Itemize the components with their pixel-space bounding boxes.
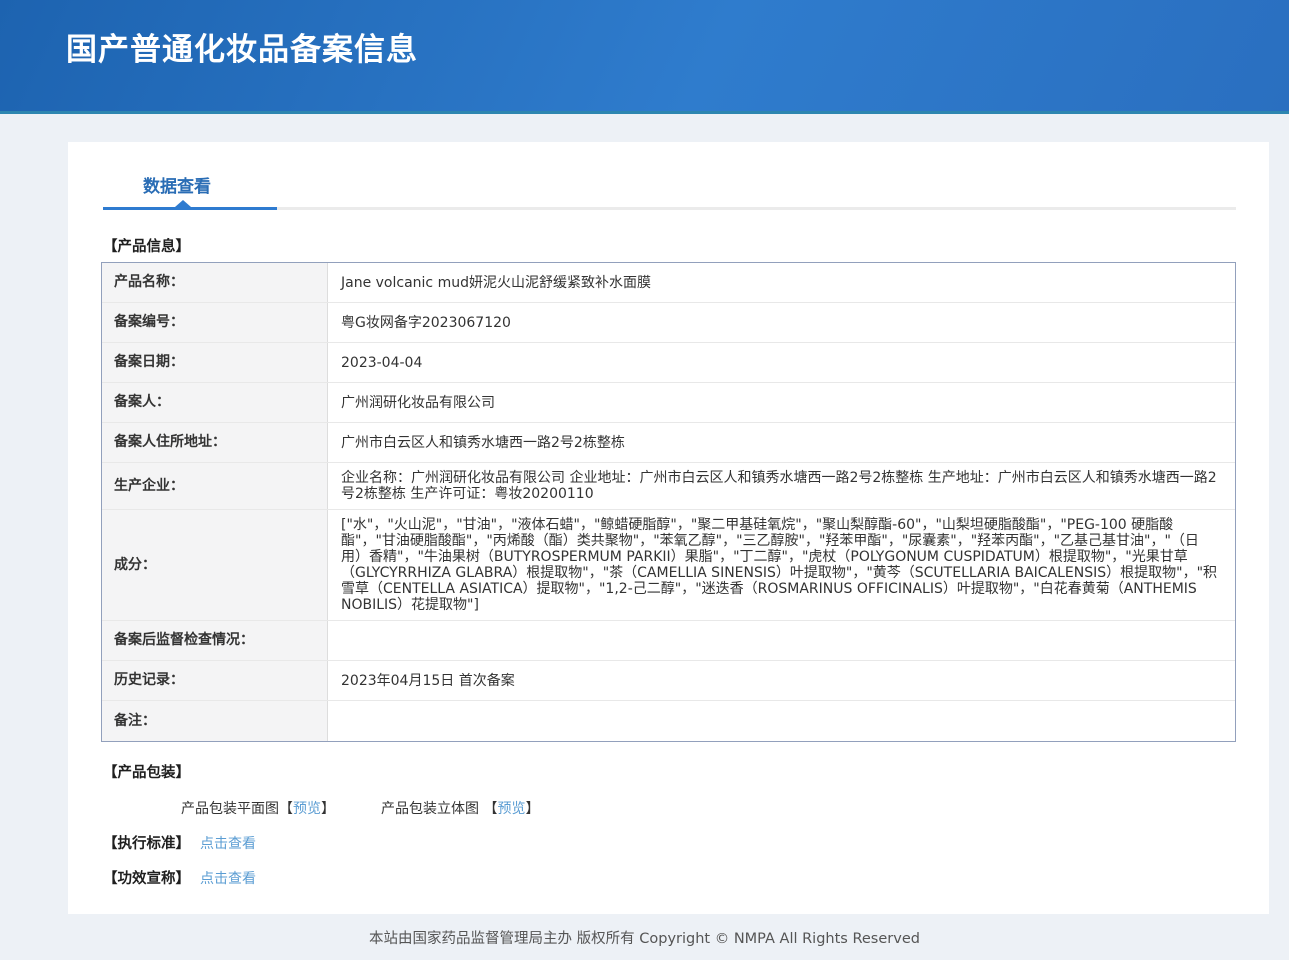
efficacy-section-title: 【功效宣称】 xyxy=(103,867,190,888)
tab-caret-icon xyxy=(175,200,191,207)
tab-active-indicator xyxy=(103,207,277,210)
table-row: 备案日期： 2023-04-04 xyxy=(102,343,1235,383)
content-card: 数据查看 【产品信息】 产品名称： Jane volcanic mud妍泥火山泥… xyxy=(68,142,1269,914)
efficacy-section: 【功效宣称】 点击查看 xyxy=(103,867,1236,888)
standard-section: 【执行标准】 点击查看 xyxy=(103,832,1236,853)
table-row: 备注： xyxy=(102,701,1235,741)
row-value: 2023-04-04 xyxy=(328,343,1235,382)
row-value: ["水"，"火山泥"，"甘油"，"液体石蜡"，"鲸蜡硬脂醇"，"聚二甲基硅氧烷"… xyxy=(328,510,1235,620)
preview-3d-link[interactable]: 预览 xyxy=(497,801,525,817)
row-value xyxy=(328,701,1235,741)
standard-section-title: 【执行标准】 xyxy=(103,832,190,853)
row-value: 广州市白云区人和镇秀水塘西一路2号2栋整栋 xyxy=(328,423,1235,462)
table-row: 备案后监督检查情况： xyxy=(102,621,1235,661)
table-row: 备案编号： 粤G妆网备字2023067120 xyxy=(102,303,1235,343)
standard-view-link[interactable]: 点击查看 xyxy=(200,833,256,853)
row-label: 备案后监督检查情况： xyxy=(102,621,328,660)
page-header: 国产普通化妆品备案信息 xyxy=(0,0,1289,114)
row-value xyxy=(328,621,1235,660)
bracket-close: 】 xyxy=(321,801,335,817)
table-row: 备案人住所地址： 广州市白云区人和镇秀水塘西一路2号2栋整栋 xyxy=(102,423,1235,463)
row-label: 备案日期： xyxy=(102,343,328,382)
bracket-open: 【 xyxy=(279,801,293,817)
footer-text: 本站由国家药品监督管理局主办 版权所有 Copyright © NMPA All… xyxy=(0,914,1289,960)
efficacy-view-link[interactable]: 点击查看 xyxy=(200,868,256,888)
row-value: 企业名称：广州润研化妆品有限公司 企业地址：广州市白云区人和镇秀水塘西一路2号2… xyxy=(328,463,1235,509)
row-label: 历史记录： xyxy=(102,661,328,700)
packaging-3d-label: 产品包装立体图 xyxy=(381,801,479,817)
row-label: 备案人： xyxy=(102,383,328,422)
bracket-close: 】 xyxy=(525,801,539,817)
main-content: 数据查看 【产品信息】 产品名称： Jane volcanic mud妍泥火山泥… xyxy=(0,114,1289,914)
bracket-open: 【 xyxy=(483,801,497,817)
page-title: 国产普通化妆品备案信息 xyxy=(0,0,1289,69)
table-row: 备案人： 广州润研化妆品有限公司 xyxy=(102,383,1235,423)
row-label: 产品名称： xyxy=(102,263,328,302)
row-label: 备案编号： xyxy=(102,303,328,342)
row-label: 生产企业： xyxy=(102,463,328,509)
table-row: 成分： ["水"，"火山泥"，"甘油"，"液体石蜡"，"鲸蜡硬脂醇"，"聚二甲基… xyxy=(102,510,1235,621)
packaging-flat-item: 产品包装平面图【预览】 xyxy=(181,798,335,818)
preview-flat-link[interactable]: 预览 xyxy=(293,801,321,817)
row-value: 粤G妆网备字2023067120 xyxy=(328,303,1235,342)
product-info-section-title: 【产品信息】 xyxy=(103,235,1236,256)
row-value: 广州润研化妆品有限公司 xyxy=(328,383,1235,422)
table-row: 产品名称： Jane volcanic mud妍泥火山泥舒缓紧致补水面膜 xyxy=(102,263,1235,303)
tab-bar: 数据查看 xyxy=(103,172,1236,210)
packaging-flat-label: 产品包装平面图 xyxy=(181,801,279,817)
packaging-line: 产品包装平面图【预览】 产品包装立体图 【预览】 xyxy=(103,798,1236,818)
row-label: 备注： xyxy=(102,701,328,741)
packaging-3d-item: 产品包装立体图 【预览】 xyxy=(381,798,539,818)
packaging-section-title: 【产品包装】 xyxy=(103,761,1236,782)
table-row: 历史记录： 2023年04月15日 首次备案 xyxy=(102,661,1235,701)
row-label: 成分： xyxy=(102,510,328,620)
tab-underline xyxy=(103,207,1236,210)
table-row: 生产企业： 企业名称：广州润研化妆品有限公司 企业地址：广州市白云区人和镇秀水塘… xyxy=(102,463,1235,510)
product-table: 产品名称： Jane volcanic mud妍泥火山泥舒缓紧致补水面膜 备案编… xyxy=(101,262,1236,742)
row-value: 2023年04月15日 首次备案 xyxy=(328,661,1235,700)
row-label: 备案人住所地址： xyxy=(102,423,328,462)
row-value: Jane volcanic mud妍泥火山泥舒缓紧致补水面膜 xyxy=(328,263,1235,302)
